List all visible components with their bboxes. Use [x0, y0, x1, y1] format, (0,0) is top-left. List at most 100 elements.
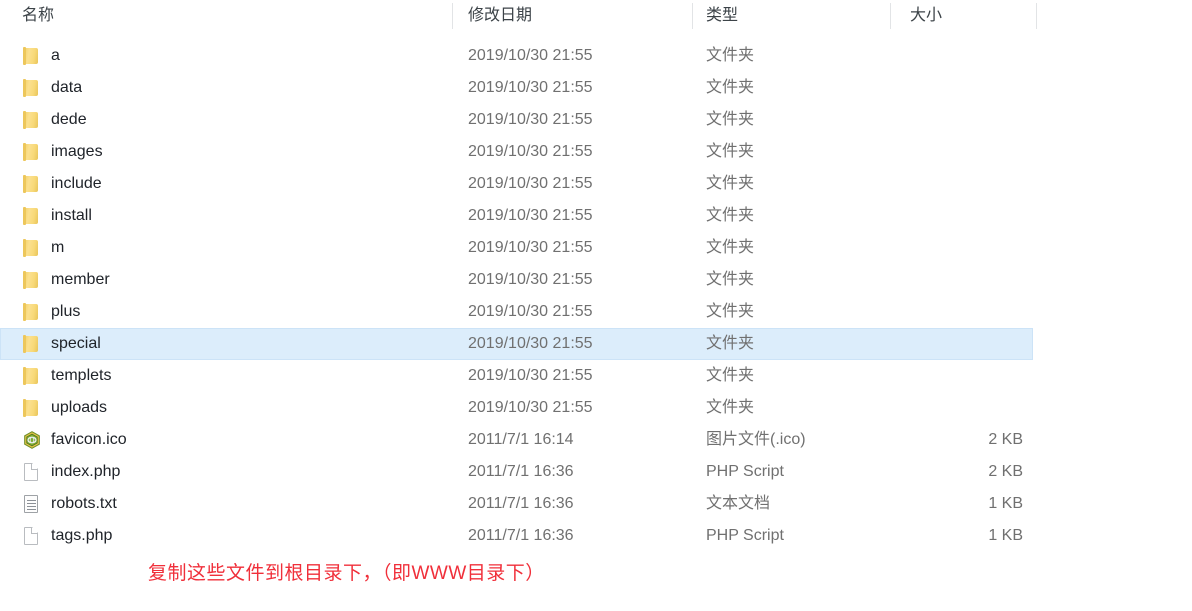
file-size: 1 KB	[988, 495, 1023, 512]
file-date-modified: 2011/7/1 16:36	[468, 527, 574, 544]
column-divider-size-end[interactable]	[1036, 3, 1037, 29]
file-size	[901, 41, 1023, 71]
folder-icon	[23, 399, 43, 417]
folder-icon	[23, 239, 43, 257]
file-name[interactable]: plus	[51, 297, 80, 327]
file-size: 2 KB	[988, 463, 1023, 480]
file-list-row[interactable]: uploads 2019/10/30 21:55 文件夹	[0, 392, 1033, 424]
file-size	[901, 393, 1023, 423]
folder-icon	[23, 207, 43, 225]
file-list-row[interactable]: dede 2019/10/30 21:55 文件夹	[0, 104, 1033, 136]
file-list-row[interactable]: special 2019/10/30 21:55 文件夹	[0, 328, 1033, 360]
file-name[interactable]: m	[51, 233, 64, 263]
file-list: a 2019/10/30 21:55 文件夹 data 2019/10/30 21:55…	[0, 40, 1192, 552]
file-name[interactable]: special	[51, 329, 101, 359]
column-header-name[interactable]: 名称	[22, 0, 54, 32]
file-date-modified: 2011/7/1 16:14	[468, 431, 574, 448]
file-date-modified: 2019/10/30 21:55	[468, 47, 593, 64]
file-list-row[interactable]: include 2019/10/30 21:55 文件夹	[0, 168, 1033, 200]
folder-icon	[23, 271, 43, 289]
file-name[interactable]: a	[51, 41, 60, 71]
folder-icon	[23, 303, 43, 321]
file-list-row[interactable]: index.php 2011/7/1 16:36 PHP Script 2 KB	[0, 456, 1033, 488]
file-list-row[interactable]: member 2019/10/30 21:55 文件夹	[0, 264, 1033, 296]
file-explorer-list-view: 名称 修改日期 类型 大小 a 2019/10/30 21:55 文件夹 data 20…	[0, 0, 1192, 611]
folder-icon	[23, 367, 43, 385]
php-file-icon	[23, 527, 43, 545]
file-type: 文件夹	[706, 143, 755, 160]
column-divider-date-type[interactable]	[692, 3, 693, 29]
file-name[interactable]: tags.php	[51, 521, 112, 551]
file-date-modified: 2019/10/30 21:55	[468, 79, 593, 96]
favicon-icon	[23, 431, 43, 449]
file-name[interactable]: dede	[51, 105, 87, 135]
file-type: PHP Script	[706, 463, 784, 480]
file-name[interactable]: uploads	[51, 393, 107, 423]
file-size: 1 KB	[988, 527, 1023, 544]
column-header-row: 名称 修改日期 类型 大小	[0, 0, 1192, 32]
column-header-size[interactable]: 大小	[910, 0, 942, 32]
file-name[interactable]: robots.txt	[51, 489, 117, 519]
file-type: 文件夹	[706, 271, 755, 288]
file-name[interactable]: images	[51, 137, 103, 167]
file-size	[901, 137, 1023, 167]
column-header-date-modified[interactable]: 修改日期	[468, 0, 532, 32]
php-file-icon	[23, 463, 43, 481]
file-list-row[interactable]: m 2019/10/30 21:55 文件夹	[0, 232, 1033, 264]
file-list-row[interactable]: images 2019/10/30 21:55 文件夹	[0, 136, 1033, 168]
file-type: 文本文档	[706, 495, 771, 512]
file-size	[901, 169, 1023, 199]
file-list-row[interactable]: favicon.ico 2011/7/1 16:14 图片文件(.ico) 2 KB	[0, 424, 1033, 456]
file-type: PHP Script	[706, 527, 784, 544]
annotation-text: 复制这些文件到根目录下，（即WWW目录下）	[148, 563, 545, 584]
file-date-modified: 2011/7/1 16:36	[468, 463, 574, 480]
file-list-row[interactable]: tags.php 2011/7/1 16:36 PHP Script 1 KB	[0, 520, 1033, 552]
file-name[interactable]: install	[51, 201, 92, 231]
column-divider-name-date[interactable]	[452, 3, 453, 29]
file-date-modified: 2019/10/30 21:55	[468, 271, 593, 288]
file-date-modified: 2019/10/30 21:55	[468, 335, 593, 352]
file-date-modified: 2011/7/1 16:36	[468, 495, 574, 512]
file-size	[901, 105, 1023, 135]
file-type: 文件夹	[706, 175, 755, 192]
file-type: 文件夹	[706, 79, 755, 96]
file-date-modified: 2019/10/30 21:55	[468, 399, 593, 416]
folder-icon	[23, 79, 43, 97]
file-size	[901, 233, 1023, 263]
file-size	[901, 329, 1023, 359]
file-date-modified: 2019/10/30 21:55	[468, 111, 593, 128]
file-list-row[interactable]: install 2019/10/30 21:55 文件夹	[0, 200, 1033, 232]
file-date-modified: 2019/10/30 21:55	[468, 367, 593, 384]
file-list-row[interactable]: plus 2019/10/30 21:55 文件夹	[0, 296, 1033, 328]
folder-icon	[23, 175, 43, 193]
file-name[interactable]: include	[51, 169, 102, 199]
text-file-icon	[23, 495, 43, 513]
file-size	[901, 297, 1023, 327]
file-name[interactable]: index.php	[51, 457, 120, 487]
file-list-row[interactable]: data 2019/10/30 21:55 文件夹	[0, 72, 1033, 104]
file-type: 文件夹	[706, 335, 755, 352]
file-type: 文件夹	[706, 239, 755, 256]
folder-icon	[23, 111, 43, 129]
file-list-row[interactable]: a 2019/10/30 21:55 文件夹	[0, 40, 1033, 72]
file-type: 文件夹	[706, 303, 755, 320]
folder-icon	[23, 143, 43, 161]
file-type: 文件夹	[706, 367, 755, 384]
folder-icon	[23, 47, 43, 65]
file-type: 文件夹	[706, 111, 755, 128]
column-divider-type-size[interactable]	[890, 3, 891, 29]
file-list-row[interactable]: robots.txt 2011/7/1 16:36 文本文档 1 KB	[0, 488, 1033, 520]
file-name[interactable]: data	[51, 73, 82, 103]
file-name[interactable]: member	[51, 265, 110, 295]
file-type: 文件夹	[706, 207, 755, 224]
file-name[interactable]: favicon.ico	[51, 425, 127, 455]
file-size	[901, 265, 1023, 295]
file-date-modified: 2019/10/30 21:55	[468, 143, 593, 160]
file-size: 2 KB	[988, 431, 1023, 448]
file-name[interactable]: templets	[51, 361, 111, 391]
column-header-type[interactable]: 类型	[706, 0, 738, 32]
file-type: 文件夹	[706, 399, 755, 416]
file-list-row[interactable]: templets 2019/10/30 21:55 文件夹	[0, 360, 1033, 392]
folder-icon	[23, 335, 43, 353]
file-size	[901, 73, 1023, 103]
